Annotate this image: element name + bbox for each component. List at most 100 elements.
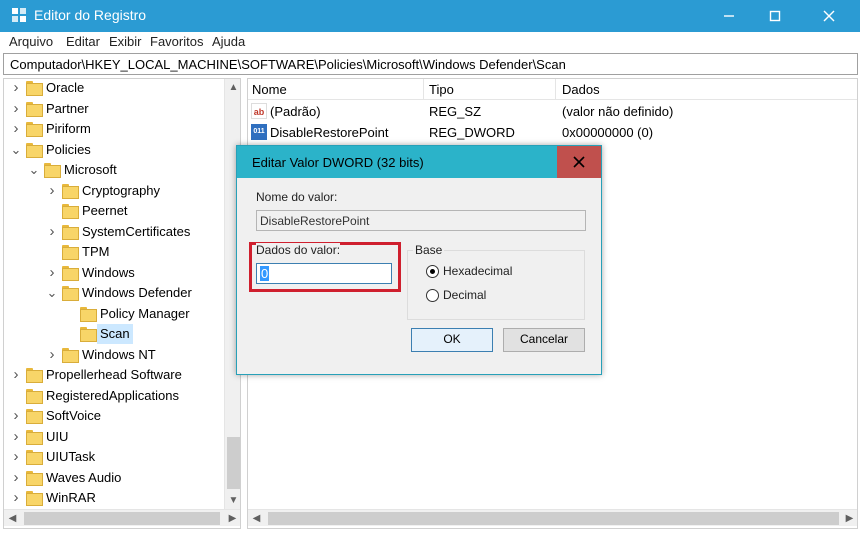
- chevron-down-icon[interactable]: ⌄: [46, 283, 58, 303]
- tree-item[interactable]: › Windows NT: [4, 345, 224, 365]
- tree-item-label: RegisteredApplications: [46, 387, 179, 403]
- scroll-thumb[interactable]: [268, 512, 839, 525]
- radio-hexadecimal-label[interactable]: Hexadecimal: [443, 264, 512, 278]
- cancel-button[interactable]: Cancelar: [503, 328, 585, 352]
- tree-item[interactable]: ⌄ Policies: [4, 140, 224, 160]
- base-label: Base: [413, 243, 445, 257]
- tree-item-label: Microsoft: [64, 162, 117, 177]
- tree-item[interactable]: Peernet: [4, 201, 224, 221]
- tree-item[interactable]: Scan: [4, 324, 224, 344]
- folder-icon: [26, 409, 43, 424]
- scroll-left-icon[interactable]: ◀: [4, 510, 21, 527]
- menu-favoritos[interactable]: Favoritos: [150, 34, 203, 49]
- tree-item[interactable]: › SystemCertificates: [4, 222, 224, 242]
- chevron-right-icon[interactable]: ›: [10, 468, 22, 488]
- tree-item-label: Windows: [82, 264, 135, 280]
- scroll-right-icon[interactable]: ▶: [841, 510, 857, 527]
- folder-icon: [26, 470, 43, 486]
- dialog-close-button[interactable]: [557, 146, 601, 178]
- minimize-button[interactable]: [706, 0, 752, 32]
- tree-item-label: Partner: [46, 100, 89, 116]
- chevron-right-icon[interactable]: ›: [10, 488, 22, 508]
- column-header-nome[interactable]: Nome: [252, 82, 287, 97]
- value-data-input[interactable]: 0: [256, 263, 392, 284]
- chevron-right-icon[interactable]: ›: [46, 222, 58, 242]
- chevron-right-icon[interactable]: ›: [10, 119, 22, 139]
- tree-item[interactable]: › Propellerhead Software: [4, 365, 224, 385]
- tree-item-label: Windows NT: [82, 346, 156, 362]
- chevron-down-icon[interactable]: ⌄: [10, 140, 22, 160]
- dialog-titlebar[interactable]: Editar Valor DWORD (32 bits): [237, 146, 601, 178]
- tree-item[interactable]: › Oracle: [4, 79, 224, 98]
- menu-bar: Arquivo Editar Exibir Favoritos Ajuda: [0, 32, 860, 52]
- tree-item[interactable]: › Piriform: [4, 119, 224, 139]
- edit-dword-dialog[interactable]: Editar Valor DWORD (32 bits) Nome do val…: [236, 145, 602, 375]
- menu-editar[interactable]: Editar: [66, 34, 100, 49]
- tree-item[interactable]: › UIU: [4, 427, 224, 447]
- close-window-button[interactable]: [806, 0, 852, 32]
- tree-item[interactable]: ⌄ Microsoft: [4, 160, 224, 180]
- tree-item[interactable]: RegisteredApplications: [4, 386, 224, 406]
- column-header-tipo[interactable]: Tipo: [429, 82, 454, 97]
- tree-item[interactable]: › UIUTask: [4, 447, 224, 467]
- chevron-down-icon[interactable]: ⌄: [28, 160, 40, 180]
- tree-item[interactable]: TPM: [4, 242, 224, 262]
- tree-item-label: Windows Defender: [82, 285, 192, 300]
- folder-icon: [62, 286, 79, 301]
- folder-icon: [26, 450, 43, 465]
- tree-item[interactable]: Policy Manager: [4, 304, 224, 324]
- tree-item-label: UIU: [46, 428, 69, 444]
- chevron-right-icon[interactable]: ›: [10, 406, 22, 426]
- list-item[interactable]: ab (Padrão) REG_SZ (valor não definido): [248, 101, 857, 122]
- chevron-right-icon[interactable]: ›: [46, 345, 58, 365]
- folder-icon: [26, 368, 43, 383]
- tree-item[interactable]: › Waves Audio: [4, 468, 224, 488]
- tree-item[interactable]: › Windows: [4, 263, 224, 283]
- menu-exibir[interactable]: Exibir: [109, 34, 142, 49]
- ok-button[interactable]: OK: [411, 328, 493, 352]
- list-horizontal-scrollbar[interactable]: ◀ ▶: [248, 509, 857, 527]
- window-titlebar[interactable]: Editor do Registro: [0, 0, 860, 32]
- radio-hexadecimal[interactable]: [426, 265, 439, 278]
- maximize-button[interactable]: [752, 0, 798, 32]
- tree-item-label: Propellerhead Software: [46, 367, 182, 382]
- close-icon: [823, 10, 835, 22]
- chevron-right-icon[interactable]: ›: [10, 447, 22, 467]
- radio-decimal-label[interactable]: Decimal: [443, 288, 486, 302]
- scroll-thumb[interactable]: [227, 437, 240, 489]
- tree-item[interactable]: ⌄ Windows Defender: [4, 283, 224, 303]
- tree-item-label: Cryptography: [82, 182, 161, 198]
- scroll-right-icon[interactable]: ▶: [224, 510, 240, 527]
- column-header-dados[interactable]: Dados: [562, 82, 600, 97]
- tree-horizontal-scrollbar[interactable]: ◀ ▶: [4, 509, 240, 527]
- scroll-left-icon[interactable]: ◀: [248, 510, 265, 527]
- scroll-thumb[interactable]: [24, 512, 220, 525]
- tree-item-label: Policies: [46, 141, 91, 157]
- scroll-up-icon[interactable]: ▲: [225, 79, 240, 96]
- tree-item-label: SoftVoice: [46, 408, 101, 423]
- chevron-right-icon[interactable]: ›: [10, 427, 22, 447]
- tree-item[interactable]: › SoftVoice: [4, 406, 224, 426]
- chevron-right-icon[interactable]: ›: [10, 365, 22, 385]
- folder-icon: [80, 327, 97, 342]
- chevron-right-icon[interactable]: ›: [10, 99, 22, 119]
- radio-decimal[interactable]: [426, 289, 439, 302]
- list-item[interactable]: 011 DisableRestorePoint REG_DWORD 0x0000…: [248, 122, 857, 143]
- value-data: 0x00000000 (0): [562, 125, 654, 140]
- chevron-right-icon[interactable]: ›: [46, 263, 58, 283]
- menu-arquivo[interactable]: Arquivo: [9, 34, 53, 49]
- key-tree-pane[interactable]: › Oracle › Partner › Piriform ⌄ Policies ⌄ Micros…: [3, 78, 241, 529]
- tree-item-label: Piriform: [46, 121, 91, 136]
- address-bar[interactable]: Computador\HKEY_LOCAL_MACHINE\SOFTWARE\P…: [3, 53, 858, 75]
- scroll-down-icon[interactable]: ▼: [225, 492, 240, 509]
- menu-ajuda[interactable]: Ajuda: [212, 34, 245, 49]
- chevron-right-icon[interactable]: ›: [46, 181, 58, 201]
- value-name: DisableRestorePoint: [270, 125, 389, 140]
- tree-item[interactable]: › Cryptography: [4, 181, 224, 201]
- window-title: Editor do Registro: [34, 7, 147, 23]
- folder-icon: [26, 101, 43, 117]
- folder-icon: [62, 224, 79, 240]
- tree-item[interactable]: › WinRAR: [4, 488, 224, 508]
- chevron-right-icon[interactable]: ›: [10, 79, 22, 98]
- tree-item[interactable]: › Partner: [4, 99, 224, 119]
